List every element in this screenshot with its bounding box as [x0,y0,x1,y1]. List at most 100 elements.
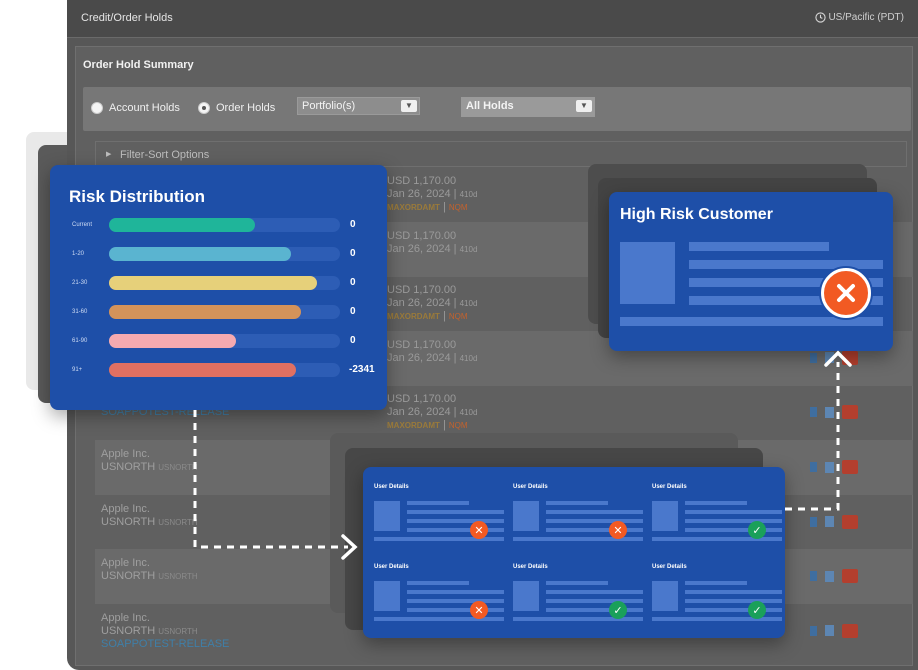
document-icon[interactable] [810,516,817,527]
holds-type-select[interactable]: All Holds ▼ [461,97,595,117]
account-holds-radio[interactable]: Account Holds [91,102,180,114]
risk-bar-fill [109,305,301,319]
user-details-card[interactable]: User Details ✓ [513,564,645,634]
portfolio-select-value: Portfolio(s) [302,100,356,112]
check-circle-icon: ✓ [748,601,766,619]
release-button[interactable] [842,350,858,365]
order-amount: USD 1,170.00 [387,393,457,406]
user-details-title: User Details [513,484,548,490]
user-details-card[interactable]: User Details ✓ [652,484,784,554]
risk-bar-fill [109,276,317,290]
chevron-down-icon[interactable]: ▼ [576,100,592,112]
panel-title: Order Hold Summary [83,59,194,71]
hold-filters-bar: Account Holds Order Holds Portfolio(s) ▼… [83,87,911,131]
text-line-placeholder [652,537,782,541]
user-details-title: User Details [652,484,687,490]
risk-bar-fill [109,218,255,232]
check-circle-icon: ✓ [609,601,627,619]
risk-bar-value: -2341 [349,364,375,375]
risk-bar-label: 1-20 [72,251,85,257]
profile-image-placeholder [374,581,400,611]
x-circle-icon: ✕ [470,521,488,539]
notes-icon[interactable] [825,406,834,418]
radio-circle-selected[interactable] [198,102,210,114]
customer-cell: Apple Inc. USNORTH USNORTH [101,557,198,583]
amount-cell: USD 1,170.00 Jan 26, 2024 | 410d [387,338,478,364]
row-actions [810,405,858,420]
risk-bar-label: Current [72,222,93,228]
text-line-placeholder [685,590,782,594]
text-line-placeholder [685,501,747,505]
user-details-card[interactable]: User Details ✕ [374,564,506,634]
user-details-card[interactable]: User Details ✕ [374,484,506,554]
text-line-placeholder [513,617,643,621]
text-line-placeholder [374,537,504,541]
row-actions [810,569,858,584]
release-button[interactable] [842,623,858,638]
document-icon[interactable] [810,625,817,636]
hold-flag: NQM [448,312,468,322]
notes-icon[interactable] [825,516,834,528]
row-actions [810,460,858,474]
hold-code: MAXORDAMT [387,203,440,212]
order-date: Jan 26, 2024 [387,242,451,255]
text-line-placeholder [513,537,643,541]
x-circle-icon: ✕ [609,521,627,539]
order-link[interactable]: SOAPPOTEST-RELEASE [101,638,229,651]
order-amount: USD 1,170.00 [387,284,457,297]
amount-cell: USD 1,170.00 Jan 26, 2024 | 410d [387,229,478,255]
customer-region: USNORTH [101,461,156,473]
notes-icon[interactable] [825,570,834,582]
document-icon[interactable] [810,352,817,363]
release-button[interactable] [842,405,858,420]
days-on-hold: 410d [459,299,478,309]
order-amount: USD 1,170.00 [387,175,457,187]
clock-icon [815,12,827,23]
radio-circle[interactable] [91,102,103,114]
customer-cell: Apple Inc. USNORTH USNORTH [101,503,198,529]
text-line-placeholder [685,519,782,523]
order-date: Jan 26, 2024 [387,188,451,200]
risk-bar-fill [109,334,237,348]
release-button[interactable] [842,460,858,474]
user-details-card[interactable]: User Details ✕ [513,484,645,554]
timezone-indicator[interactable]: US/Pacific (PDT) [815,12,904,23]
document-icon[interactable] [810,462,817,472]
text-line-placeholder [546,608,643,612]
notes-icon[interactable] [825,625,834,637]
order-holds-radio[interactable]: Order Holds [198,102,275,114]
document-icon[interactable] [810,407,817,418]
text-line-placeholder [407,519,504,523]
risk-distribution-card: Risk Distribution Current 0 1-20 0 21-30 0 31-… [50,165,387,410]
user-details-card[interactable]: User Details ✓ [652,564,784,634]
text-line-placeholder [407,608,504,612]
customer-name: Apple Inc. [101,448,150,460]
order-amount: USD 1,170.00 [387,229,457,242]
text-line-placeholder [546,590,643,594]
risk-bar-value: 0 [350,219,356,230]
account-holds-label: Account Holds [109,102,180,114]
customer-region-code: USNORTH [158,517,198,527]
text-line-placeholder [407,528,504,532]
order-holds-label: Order Holds [216,102,276,114]
text-line-placeholder [685,599,782,603]
text-line-placeholder [407,510,504,514]
user-details-title: User Details [513,564,548,570]
profile-image-placeholder [652,501,678,531]
order-date: Jan 26, 2024 [387,406,451,419]
document-icon[interactable] [810,571,817,582]
amount-cell: USD 1,170.00 Jan 26, 2024 | 410d MAXORDAMT… [387,175,478,213]
notes-icon[interactable] [825,352,834,364]
profile-image-placeholder [620,242,675,304]
portfolio-select[interactable]: Portfolio(s) ▼ [297,97,420,115]
risk-bar-label: 31-60 [72,309,88,315]
notes-icon[interactable] [825,461,834,473]
release-button[interactable] [842,569,858,584]
risk-bar-label: 91+ [72,367,83,373]
release-button[interactable] [842,514,858,529]
user-details-title: User Details [374,564,409,570]
row-actions [810,350,858,365]
text-line-placeholder [685,608,782,612]
order-amount: USD 1,170.00 [387,338,457,351]
chevron-down-icon[interactable]: ▼ [401,100,417,112]
